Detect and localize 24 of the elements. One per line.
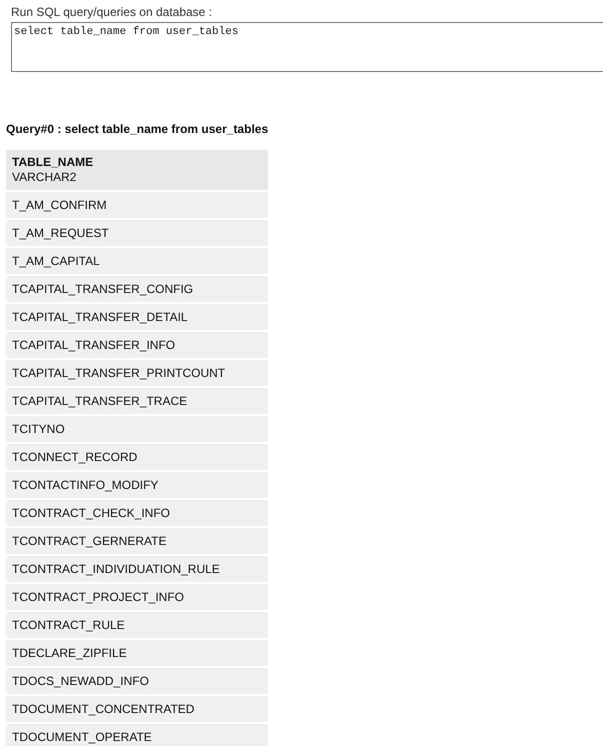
table-cell: TCAPITAL_TRANSFER_DETAIL <box>6 304 268 332</box>
table-cell: TCAPITAL_TRANSFER_INFO <box>6 332 268 360</box>
table-cell: TCONTRACT_PROJECT_INFO <box>6 584 268 612</box>
table-cell: TDOCUMENT_OPERATE <box>6 724 268 746</box>
table-cell: T_AM_CAPITAL <box>6 248 268 276</box>
table-cell: TCAPITAL_TRANSFER_PRINTCOUNT <box>6 360 268 388</box>
table-cell: TDECLARE_ZIPFILE <box>6 640 268 668</box>
result-title: Query#0 : select table_name from user_tables <box>6 122 270 137</box>
table-cell: TCITYNO <box>6 416 268 444</box>
column-header: TABLE_NAME VARCHAR2 <box>6 150 268 192</box>
table-cell: TCONTACTINFO_MODIFY <box>6 472 268 500</box>
table-cell: TCONTRACT_GERNERATE <box>6 528 268 556</box>
table-cell: TCONNECT_RECORD <box>6 444 268 472</box>
query-input[interactable]: select table_name from user_tables <box>11 22 603 72</box>
table-cell: T_AM_CONFIRM <box>6 192 268 220</box>
table-cell: TCONTRACT_CHECK_INFO <box>6 500 268 528</box>
table-cell: TCONTRACT_RULE <box>6 612 268 640</box>
table-cell: TCONTRACT_INDIVIDUATION_RULE <box>6 556 268 584</box>
table-cell: TCAPITAL_TRANSFER_CONFIG <box>6 276 268 304</box>
query-label: Run SQL query/queries on database : <box>11 5 214 20</box>
table-cell: T_AM_REQUEST <box>6 220 268 248</box>
table-cell: TDOCUMENT_CONCENTRATED <box>6 696 268 724</box>
table-cell: TDOCS_NEWADD_INFO <box>6 668 268 696</box>
table-cell: TCAPITAL_TRANSFER_TRACE <box>6 388 268 416</box>
